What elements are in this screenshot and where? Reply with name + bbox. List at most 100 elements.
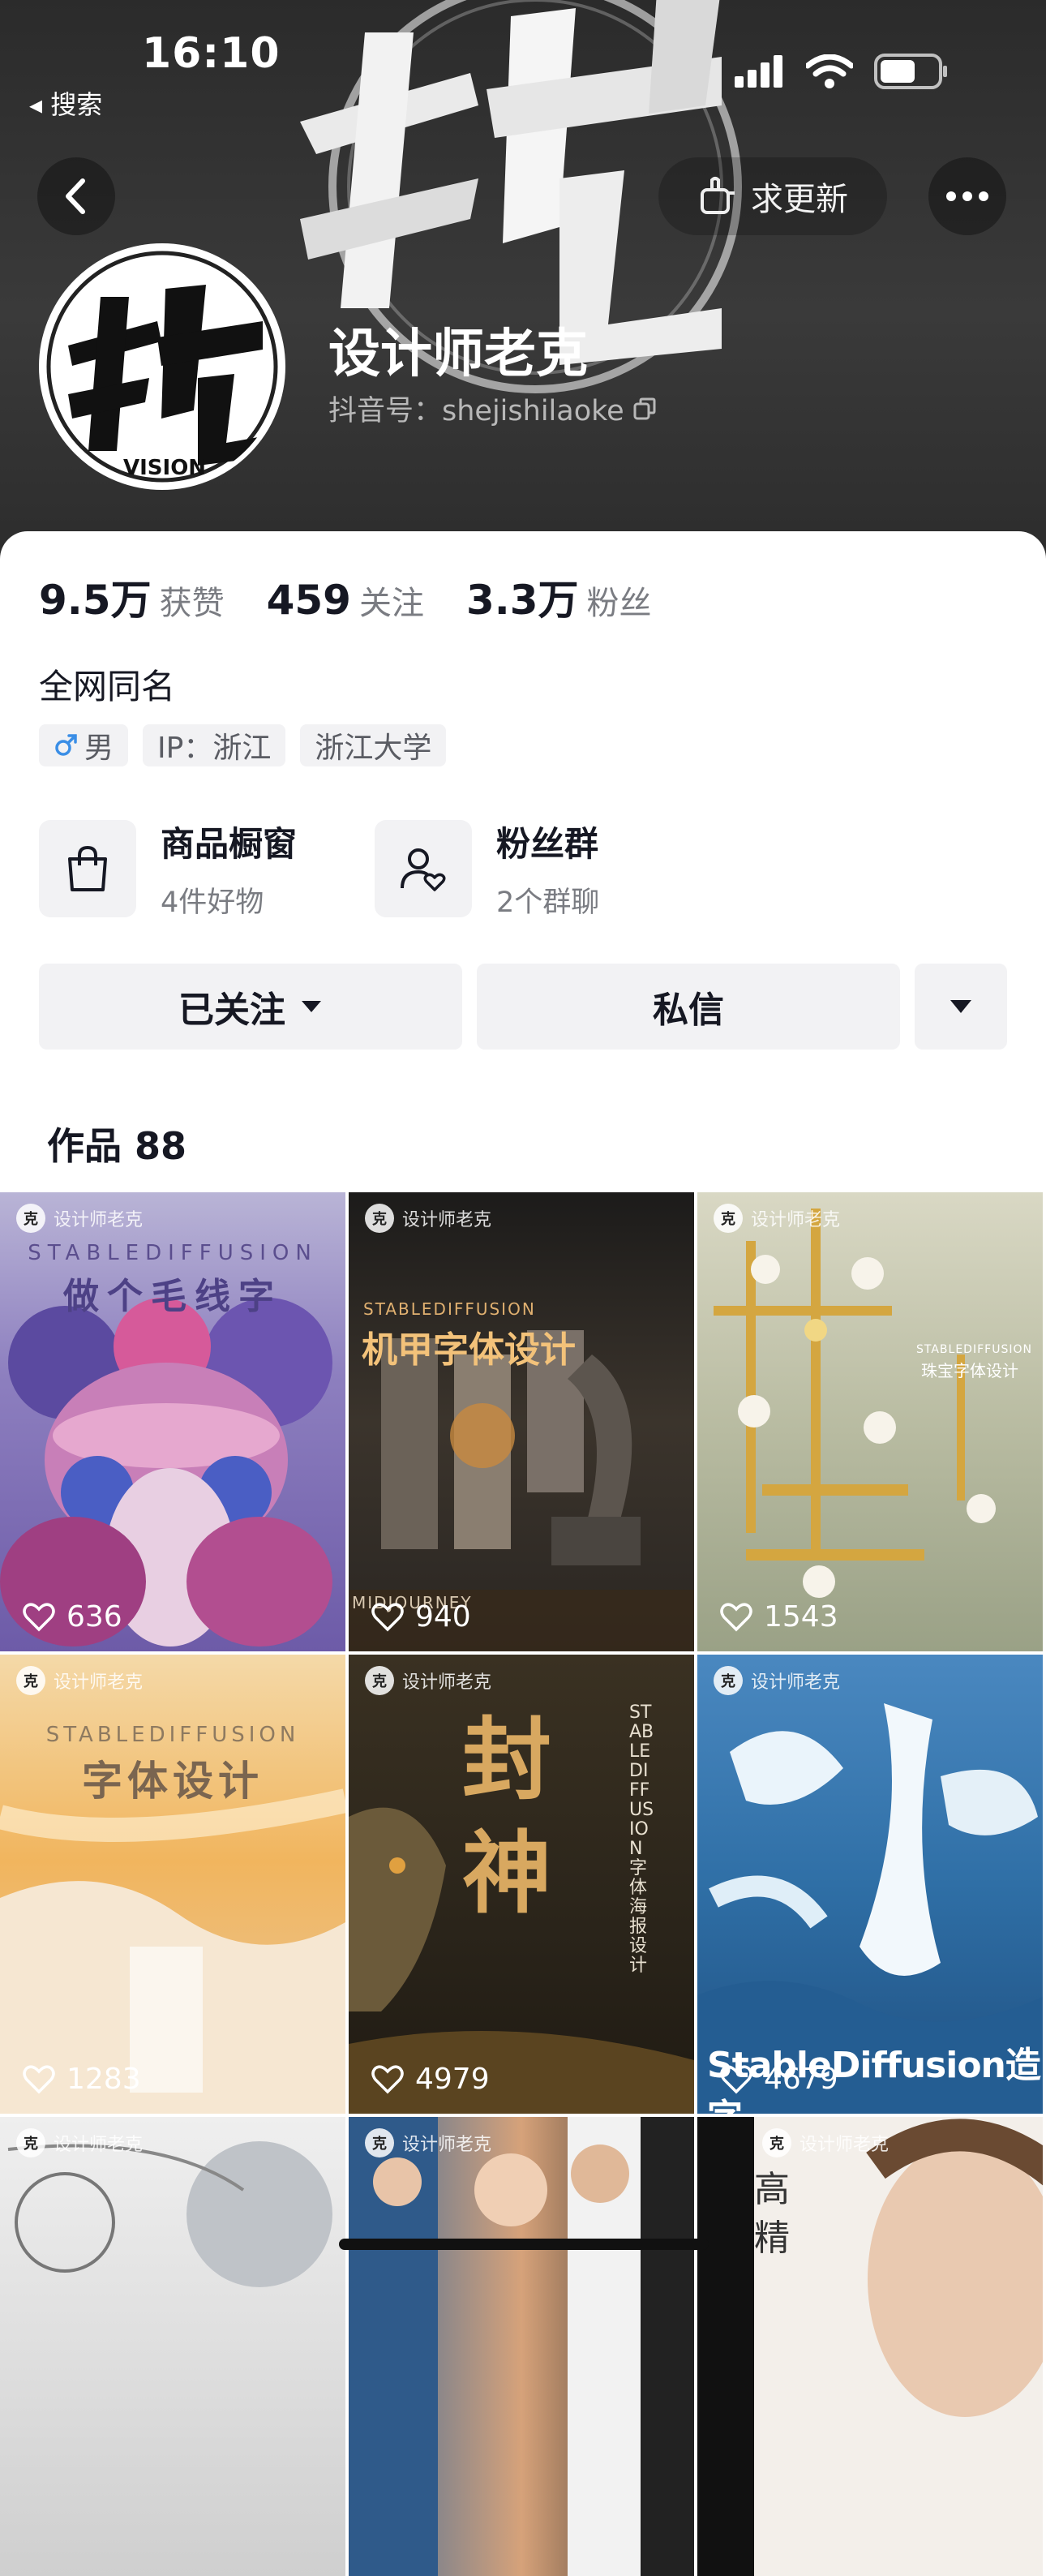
stat-following-count: 459 xyxy=(266,577,351,624)
message-button[interactable]: 私信 xyxy=(477,964,900,1050)
work-tile[interactable]: 克设计师老克 xyxy=(0,2117,345,2576)
watermark-logo-icon: 克 xyxy=(16,2128,45,2157)
profile-header: 16:10 ◂ 搜索 求更新 VISION 设计师老克 抖音号：shejishi… xyxy=(0,0,1046,568)
more-dots-icon xyxy=(946,191,988,201)
douyin-id-text: 抖音号：shejishilaoke xyxy=(328,395,624,427)
male-icon xyxy=(55,734,77,756)
jewelry-art xyxy=(714,1209,996,1598)
tile-subtitle: STABLEDIFFUSION xyxy=(45,1723,300,1747)
stat-following-label: 关注 xyxy=(358,585,424,622)
work-tile[interactable]: 克设计师老克 STABLEDIFFUSION 机甲字体设计 MIDJOURNEY… xyxy=(349,1192,694,1651)
avatar-logo xyxy=(46,251,278,483)
work-tile[interactable]: 克设计师老克 STABLEDIFFUSION 珠宝字体设计 1543 xyxy=(697,1192,1043,1651)
copy-icon[interactable] xyxy=(632,397,657,421)
heart-icon xyxy=(371,2064,404,2093)
ip-location-text: IP：浙江 xyxy=(157,732,272,765)
caret-down-icon xyxy=(950,1000,971,1013)
tile-subtitle: STABLEDIFFUSION xyxy=(28,1241,318,1265)
tile-watermark: 克设计师老克 xyxy=(762,2128,889,2157)
followed-button[interactable]: 已关注 xyxy=(39,964,462,1050)
status-time: 16:10 xyxy=(142,29,281,78)
work-tile[interactable]: 克设计师老克 StableDiffusion造字 4679 xyxy=(697,1655,1043,2114)
request-update-button[interactable]: 求更新 xyxy=(658,157,887,235)
work-tile[interactable]: 克设计师老克 xyxy=(349,2117,694,2576)
watermark-logo-icon: 克 xyxy=(365,2128,394,2157)
work-tile[interactable]: 克设计师老克 封神 STABLEDIFFUSION 字体海报设计 4979 xyxy=(349,1655,694,2114)
tile-subtitle: STABLEDIFFUSION 字体海报设计 xyxy=(629,1702,654,1976)
watermark-logo-icon: 克 xyxy=(16,1204,45,1233)
tile-likes-count: 1283 xyxy=(66,2063,141,2096)
tile-title: 封神 xyxy=(462,1708,551,1926)
request-update-label: 求更新 xyxy=(751,181,848,218)
heart-icon xyxy=(371,1602,404,1631)
shopping-bag-icon xyxy=(68,845,107,891)
caret-down-icon xyxy=(302,1001,321,1012)
fan-group-entry[interactable]: 粉丝群 2个群聊 xyxy=(375,817,599,921)
tile-watermark-text: 设计师老克 xyxy=(54,1672,144,1693)
tile-likes-count: 636 xyxy=(66,1600,122,1634)
tile-watermark-text: 设计师老克 xyxy=(800,2135,890,2155)
profile-name: 设计师老克 xyxy=(328,324,588,384)
tile-watermark-text: 设计师老克 xyxy=(54,1210,144,1230)
tile-title: 高精 xyxy=(754,2169,790,2259)
work-tile[interactable]: 克设计师老克 高精 xyxy=(697,2117,1043,2576)
work-tile[interactable]: 克设计师老克 STABLEDIFFUSION 字体设计 1283 xyxy=(0,1655,345,2114)
avatar[interactable]: VISION xyxy=(39,243,285,490)
stat-likes[interactable]: 9.5万 获赞 xyxy=(39,568,225,626)
ip-location-tag: IP：浙江 xyxy=(143,724,286,766)
stat-likes-label: 获赞 xyxy=(159,585,225,622)
product-showcase-title: 商品橱窗 xyxy=(161,824,298,864)
tile-likes-count: 4679 xyxy=(764,2063,838,2096)
face-closeup-art xyxy=(697,2117,1043,2576)
tile-watermark: 克设计师老克 xyxy=(365,1666,491,1695)
tile-likes-count: 1543 xyxy=(764,1600,838,1634)
cellular-signal-icon xyxy=(735,55,782,88)
douyin-id[interactable]: 抖音号：shejishilaoke xyxy=(328,388,657,429)
tile-watermark-text: 设计师老克 xyxy=(751,1210,841,1230)
gender-tag: 男 xyxy=(39,724,129,766)
back-to-search-link[interactable]: ◂ 搜索 xyxy=(29,84,102,122)
tile-title: 珠宝字体设计 xyxy=(921,1361,1018,1380)
stat-followers-label: 粉丝 xyxy=(586,585,652,622)
hand-point-icon xyxy=(701,177,735,214)
status-bar: 16:10 ◂ 搜索 xyxy=(0,0,1046,122)
tile-watermark: 克设计师老克 xyxy=(714,1204,840,1233)
tile-subtitle: STABLEDIFFUSION xyxy=(363,1299,536,1319)
more-options-button[interactable] xyxy=(928,157,1006,235)
tile-likes: 1283 xyxy=(23,2063,141,2096)
stat-following[interactable]: 459 关注 xyxy=(267,577,424,624)
recommend-dropdown-button[interactable] xyxy=(915,964,1007,1050)
watermark-logo-icon: 克 xyxy=(714,1666,743,1695)
heart-icon xyxy=(720,2064,752,2093)
watermark-logo-icon: 克 xyxy=(16,1666,45,1695)
tile-watermark-text: 设计师老克 xyxy=(402,1210,492,1230)
fan-group-sub: 2个群聊 xyxy=(496,887,600,919)
work-tile[interactable]: 克设计师老克 STABLEDIFFUSION 做个毛线字 636 xyxy=(0,1192,345,1651)
mecha-art xyxy=(349,1330,694,1651)
shopping-bag-icon-box xyxy=(39,820,136,917)
tile-subtitle: STABLEDIFFUSION xyxy=(916,1343,1032,1356)
tile-watermark: 克设计师老克 xyxy=(16,1666,143,1695)
tile-watermark-text: 设计师老克 xyxy=(751,1672,841,1693)
home-indicator[interactable] xyxy=(339,2239,709,2250)
profile-card: 9.5万 获赞 459 关注 3.3万 粉丝 全网同名 男 IP：浙江 浙江大学 xyxy=(0,531,1046,2576)
stat-followers-count: 3.3万 xyxy=(465,577,579,624)
profile-tags: 男 IP：浙江 浙江大学 xyxy=(39,724,447,766)
stat-followers[interactable]: 3.3万 粉丝 xyxy=(466,568,652,626)
fan-group-icon xyxy=(401,848,446,891)
battery-icon xyxy=(874,54,947,89)
works-tab-title[interactable]: 作品 88 xyxy=(47,1117,186,1170)
portrait-collage-art xyxy=(349,2117,694,2576)
tile-watermark: 克设计师老克 xyxy=(365,1204,491,1233)
gender-tag-text: 男 xyxy=(84,732,114,765)
watermark-logo-icon: 克 xyxy=(762,2128,791,2157)
back-button[interactable] xyxy=(37,157,115,235)
product-showcase-entry[interactable]: 商品橱窗 4件好物 xyxy=(39,817,297,921)
school-tag[interactable]: 浙江大学 xyxy=(300,724,447,766)
tile-likes: 636 xyxy=(23,1600,122,1634)
wifi-icon xyxy=(806,54,853,88)
watermark-logo-icon: 克 xyxy=(365,1204,394,1233)
tile-watermark: 克设计师老克 xyxy=(714,1666,840,1695)
message-button-label: 私信 xyxy=(653,990,724,1031)
heart-icon xyxy=(23,1602,55,1631)
